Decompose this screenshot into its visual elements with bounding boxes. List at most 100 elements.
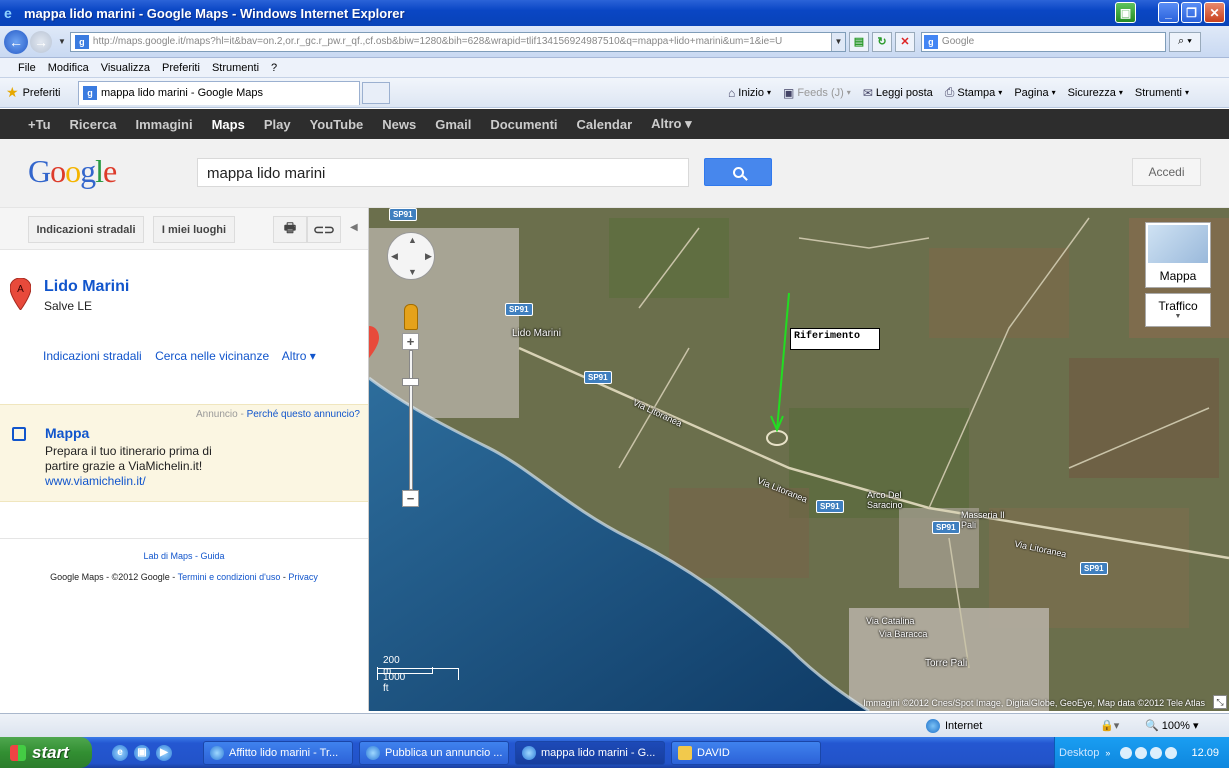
forward-button[interactable]: → — [30, 30, 52, 53]
ad-url[interactable]: www.viamichelin.it/ — [45, 474, 146, 488]
gbar-gmail[interactable]: Gmail — [435, 117, 471, 132]
gbar-search[interactable]: Ricerca — [70, 117, 117, 132]
gbar-more[interactable]: Altro ▾ — [651, 116, 691, 132]
map-type-button[interactable]: Mappa — [1145, 222, 1211, 288]
gbar-maps[interactable]: Maps — [212, 117, 245, 132]
directions-button[interactable]: Indicazioni stradali — [28, 216, 144, 243]
satellite-map[interactable]: Riferimento Lido Marini Via Litoranea Vi… — [369, 208, 1229, 711]
window-title: mappa lido marini - Google Maps - Window… — [24, 5, 405, 21]
close-button[interactable]: ✕ — [1204, 2, 1225, 23]
feeds-button[interactable]: ▣ Feeds (J) ▾ — [783, 86, 851, 100]
home-button[interactable]: ⌂ Inizio ▾ — [728, 86, 771, 100]
taskbar-item-active[interactable]: mappa lido marini - G... — [515, 740, 665, 765]
terms-link[interactable]: Termini e condizioni d'uso — [178, 572, 281, 582]
new-tab-button[interactable] — [362, 81, 390, 104]
link-button[interactable]: ⊂⊃ — [307, 216, 341, 243]
more-link[interactable]: Altro ▾ — [282, 349, 316, 363]
minimize-button[interactable]: _ — [1158, 2, 1179, 23]
my-places-button[interactable]: I miei luoghi — [153, 216, 235, 243]
media-player-icon[interactable]: ▶ — [156, 744, 172, 761]
start-button[interactable]: start — [0, 737, 92, 768]
maximize-button[interactable]: ❐ — [1181, 2, 1202, 23]
marker-a-icon[interactable]: A — [10, 278, 31, 310]
address-input[interactable]: g http://maps.google.it/maps?hl=it&bav=o… — [69, 31, 846, 52]
taskbar-item[interactable]: DAVID — [671, 740, 821, 765]
gbar-play[interactable]: Play — [264, 117, 291, 132]
protected-mode-icon[interactable]: 🔒▾ — [1100, 719, 1119, 732]
taskbar-item[interactable]: Pubblica un annuncio ... — [359, 740, 509, 765]
zoom-slider-track[interactable] — [409, 350, 413, 490]
menu-edit[interactable]: Modifica — [48, 62, 89, 74]
zoom-slider-thumb[interactable] — [402, 378, 419, 386]
maps-labs-link[interactable]: Lab di Maps — [143, 551, 192, 561]
refresh-button[interactable]: ↻ — [871, 31, 892, 52]
browser-tab[interactable]: g mappa lido marini - Google Maps — [78, 80, 360, 105]
directions-link[interactable]: Indicazioni stradali — [43, 349, 142, 363]
google-search-icon: g — [923, 34, 938, 49]
mail-button[interactable]: ✉ Leggi posta — [863, 86, 933, 100]
favorites-button[interactable]: ★ Preferiti — [0, 84, 76, 101]
privacy-link[interactable]: Privacy — [288, 572, 318, 582]
search-nearby-link[interactable]: Cerca nelle vicinanze — [155, 349, 269, 363]
gbar-news[interactable]: News — [382, 117, 416, 132]
maps-search-button[interactable] — [704, 158, 772, 186]
gbar-plus[interactable]: +Tu — [28, 117, 51, 132]
zoom-in-button[interactable]: + — [402, 333, 419, 350]
back-button[interactable]: ← — [4, 29, 28, 54]
print-map-button[interactable]: 🖶 — [273, 216, 307, 243]
street-view-pegman-icon[interactable] — [404, 304, 418, 330]
traffic-button[interactable]: Traffico ▼ — [1145, 293, 1211, 327]
menu-file[interactable]: File — [18, 62, 36, 74]
addon-icon[interactable]: ▣ — [1115, 2, 1136, 23]
help-link[interactable]: Guida — [201, 551, 225, 561]
browser-search-button[interactable]: ⌕ ▾ — [1168, 31, 1201, 52]
gbar-youtube[interactable]: YouTube — [310, 117, 364, 132]
panel-toolbar: Indicazioni stradali I miei luoghi 🖶 ⊂⊃ … — [0, 208, 368, 250]
tray-icon[interactable] — [1120, 746, 1133, 759]
clock[interactable]: 12.09 — [1191, 747, 1219, 759]
maps-search-input[interactable]: mappa lido marini — [197, 158, 689, 187]
tools-menu[interactable]: Strumenti ▾ — [1135, 87, 1189, 99]
map-label-via-catalina: Via Catalina — [866, 616, 915, 626]
print-button[interactable]: ⎙ Stampa ▾ — [945, 85, 1003, 100]
svg-text:A: A — [17, 284, 24, 295]
browser-search-input[interactable]: g Google — [920, 31, 1166, 52]
compat-view-icon[interactable]: ▤ — [848, 31, 869, 52]
pan-left-icon[interactable]: ◀ — [391, 251, 398, 262]
chevron-icon[interactable]: » — [1105, 748, 1110, 758]
tray-icon[interactable] — [1150, 746, 1163, 759]
pan-control[interactable]: ▲ ▼ ◀ ▶ — [387, 232, 435, 280]
menu-favorites[interactable]: Preferiti — [162, 62, 200, 74]
gbar-docs[interactable]: Documenti — [490, 117, 557, 132]
collapse-panel-icon[interactable]: ◀ — [350, 222, 358, 233]
google-logo[interactable]: Google — [28, 153, 117, 190]
gbar-images[interactable]: Immagini — [136, 117, 193, 132]
desktop-toolbar[interactable]: Desktop — [1059, 747, 1099, 759]
why-ad-link[interactable]: Perché questo annuncio? — [247, 409, 360, 420]
zoom-level[interactable]: 🔍 100% ▾ — [1145, 719, 1198, 732]
gbar-calendar[interactable]: Calendar — [577, 117, 633, 132]
menu-help[interactable]: ? — [271, 62, 277, 74]
tray-icon[interactable] — [1135, 746, 1148, 759]
address-dropdown-icon[interactable]: ▼ — [830, 32, 845, 51]
stop-button[interactable]: ✕ — [894, 31, 915, 52]
security-zone[interactable]: Internet — [926, 719, 982, 733]
menu-tools[interactable]: Strumenti — [212, 62, 259, 74]
ad-title[interactable]: Mappa — [45, 425, 89, 441]
signin-button[interactable]: Accedi — [1132, 158, 1201, 186]
history-dropdown-icon[interactable]: ▼ — [58, 37, 66, 46]
result-title[interactable]: Lido Marini — [44, 278, 129, 296]
menu-view[interactable]: Visualizza — [101, 62, 150, 74]
page-menu[interactable]: Pagina ▾ — [1014, 87, 1055, 99]
tray-icon[interactable] — [1165, 746, 1178, 759]
taskbar-item[interactable]: Affitto lido marini - Tr... — [203, 740, 353, 765]
ie-launch-icon[interactable]: e — [112, 744, 128, 761]
pan-up-icon[interactable]: ▲ — [408, 235, 417, 245]
zoom-out-button[interactable]: − — [402, 490, 419, 507]
expand-icon[interactable]: ⤡ — [1213, 695, 1227, 709]
pan-right-icon[interactable]: ▶ — [425, 251, 432, 262]
show-desktop-icon[interactable]: ▣ — [134, 744, 150, 761]
security-menu[interactable]: Sicurezza ▾ — [1068, 87, 1123, 99]
pan-down-icon[interactable]: ▼ — [408, 267, 417, 277]
printer-icon: 🖶 — [283, 219, 297, 235]
